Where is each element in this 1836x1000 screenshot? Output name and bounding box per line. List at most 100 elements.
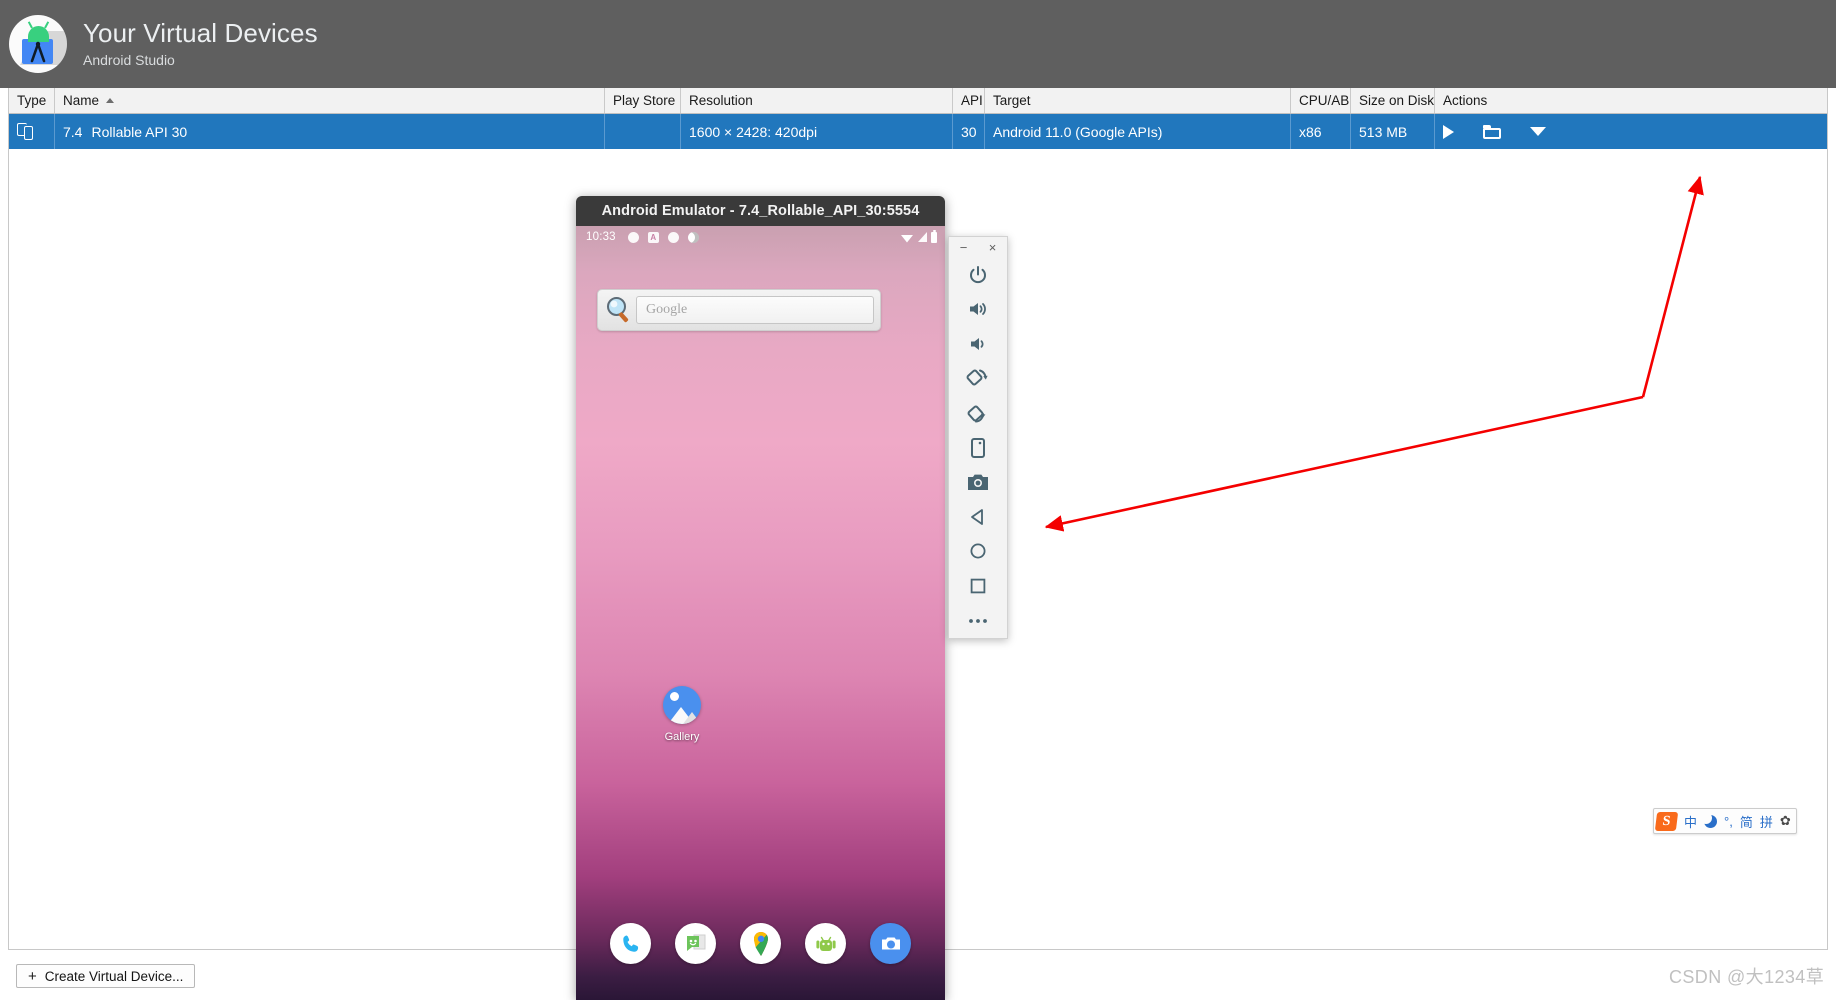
play-icon[interactable]: [1443, 124, 1454, 139]
ime-simplified-mode[interactable]: 简: [1740, 812, 1753, 831]
cell-api: 30: [953, 114, 985, 149]
cpu-abi-value: x86: [1299, 123, 1322, 140]
folder-icon[interactable]: [1483, 124, 1501, 139]
search-input[interactable]: Google: [636, 296, 874, 324]
status-bar-clock: 10:33: [586, 231, 616, 243]
alarm-icon: A: [647, 231, 659, 243]
table-header-row: Type Name Play Store Resolution API Targ…: [9, 88, 1827, 114]
sogou-ime-bar[interactable]: S 中 °, 简 拼 ✿: [1653, 808, 1797, 834]
dock-icon-maps[interactable]: [740, 923, 781, 964]
battery-icon: [931, 229, 937, 243]
chevron-down-icon[interactable]: [1530, 127, 1546, 136]
search-placeholder: Google: [646, 302, 688, 317]
page-subtitle: Android Studio: [83, 52, 175, 68]
cell-cpu-abi: x86: [1291, 114, 1351, 149]
resolution-value: 1600 × 2428: 420dpi: [689, 123, 818, 140]
gear-icon[interactable]: ✿: [1780, 813, 1791, 829]
cell-size-on-disk: 513 MB: [1351, 114, 1435, 149]
column-header-api[interactable]: API: [953, 88, 985, 113]
ime-language-mode[interactable]: 中: [1684, 812, 1697, 831]
google-search-magnifier-icon: [607, 297, 629, 323]
ime-punctuation-mode[interactable]: °,: [1724, 814, 1733, 829]
column-header-type[interactable]: Type: [9, 88, 55, 113]
power-icon: [970, 265, 986, 283]
android-studio-logo-icon: [9, 15, 67, 73]
dock-icon-play-store[interactable]: [805, 923, 846, 964]
column-header-target[interactable]: Target: [985, 88, 1291, 113]
power-button[interactable]: [949, 257, 1007, 292]
rotate-right-button[interactable]: [949, 396, 1007, 431]
cell-play-store: [605, 114, 681, 149]
status-bar-system-icons: [900, 229, 937, 243]
target-value: Android 11.0 (Google APIs): [993, 123, 1163, 140]
maps-icon: [753, 931, 768, 956]
android-emulator-window[interactable]: Android Emulator - 7.4_Rollable_API_30:5…: [576, 196, 945, 1000]
device-version: 7.4: [63, 123, 83, 140]
column-header-name[interactable]: Name: [55, 88, 605, 113]
device-name: Rollable API 30: [91, 123, 188, 140]
column-label-size: Size on Disk: [1359, 93, 1435, 108]
create-virtual-device-button[interactable]: + Create Virtual Device...: [16, 964, 196, 988]
fold-device-button[interactable]: [949, 430, 1007, 465]
column-label-cpu-abi: CPU/ABI: [1299, 93, 1351, 108]
close-button[interactable]: ×: [989, 241, 997, 254]
more-button[interactable]: [949, 603, 1007, 638]
volume-up-button[interactable]: [949, 292, 1007, 327]
column-header-play-store[interactable]: Play Store: [605, 88, 681, 113]
android-dock: [576, 923, 945, 964]
circle-home-icon: [970, 543, 986, 559]
dnd-icon: [687, 231, 699, 243]
column-label-api: API: [961, 93, 983, 108]
cellular-signal-icon: [918, 232, 927, 242]
camera-icon: [968, 474, 988, 491]
column-label-type: Type: [17, 93, 47, 108]
wifi-icon: [901, 234, 913, 242]
device-frame-icon: [971, 437, 985, 458]
emulator-screen[interactable]: 10:33 A Google Gallery: [576, 226, 945, 1000]
minimize-button[interactable]: −: [960, 241, 968, 254]
page-title: Your Virtual Devices: [83, 18, 318, 48]
csdn-watermark: CSDN @大1234草: [1669, 967, 1825, 987]
devices-icon: [17, 123, 34, 140]
gallery-icon: [663, 686, 701, 724]
cell-target: Android 11.0 (Google APIs): [985, 114, 1291, 149]
back-button[interactable]: [949, 500, 1007, 535]
ime-pinyin-mode[interactable]: 拼: [1760, 812, 1773, 831]
square-overview-icon: [970, 578, 986, 594]
screenshot-button[interactable]: [949, 465, 1007, 500]
app-icon-gallery[interactable]: Gallery: [651, 686, 713, 743]
google-search-widget[interactable]: Google: [597, 289, 881, 331]
column-header-cpu-abi[interactable]: CPU/ABI: [1291, 88, 1351, 113]
cell-name: 7.4 Rollable API 30: [55, 114, 605, 149]
rotate-left-icon: [966, 369, 988, 386]
dock-icon-camera[interactable]: [870, 923, 911, 964]
volume-down-button[interactable]: [949, 327, 1007, 362]
dock-icon-messages[interactable]: [675, 923, 716, 964]
dock-icon-phone[interactable]: [610, 923, 651, 964]
column-header-size[interactable]: Size on Disk: [1351, 88, 1435, 113]
plus-icon: +: [28, 967, 37, 985]
column-header-resolution[interactable]: Resolution: [681, 88, 953, 113]
app-label-gallery: Gallery: [664, 731, 700, 743]
rotate-right-icon: [967, 405, 986, 423]
emulator-title-text: Android Emulator - 7.4_Rollable_API_30:5…: [601, 203, 920, 219]
compass-glyph: [30, 41, 46, 63]
column-label-actions: Actions: [1443, 93, 1488, 108]
create-virtual-device-label: Create Virtual Device...: [44, 968, 184, 984]
notification-icon-2: [667, 231, 679, 243]
ime-moon-icon[interactable]: [1700, 811, 1718, 828]
android-status-bar: 10:33 A: [576, 226, 945, 248]
overview-button[interactable]: [949, 569, 1007, 604]
home-button[interactable]: [949, 534, 1007, 569]
phone-icon: [622, 935, 638, 952]
table-row[interactable]: 7.4 Rollable API 30 1600 × 2428: 420dpi …: [9, 114, 1827, 149]
column-header-actions: Actions: [1435, 88, 1827, 113]
column-label-resolution: Resolution: [689, 93, 753, 108]
camera-icon: [881, 937, 900, 949]
sort-ascending-icon: [106, 98, 115, 103]
cell-actions: [1435, 114, 1827, 149]
emulator-side-toolbar: − ×: [948, 236, 1008, 639]
rotate-left-button[interactable]: [949, 361, 1007, 396]
ellipsis-icon: [969, 618, 987, 623]
cell-type: [9, 114, 55, 149]
